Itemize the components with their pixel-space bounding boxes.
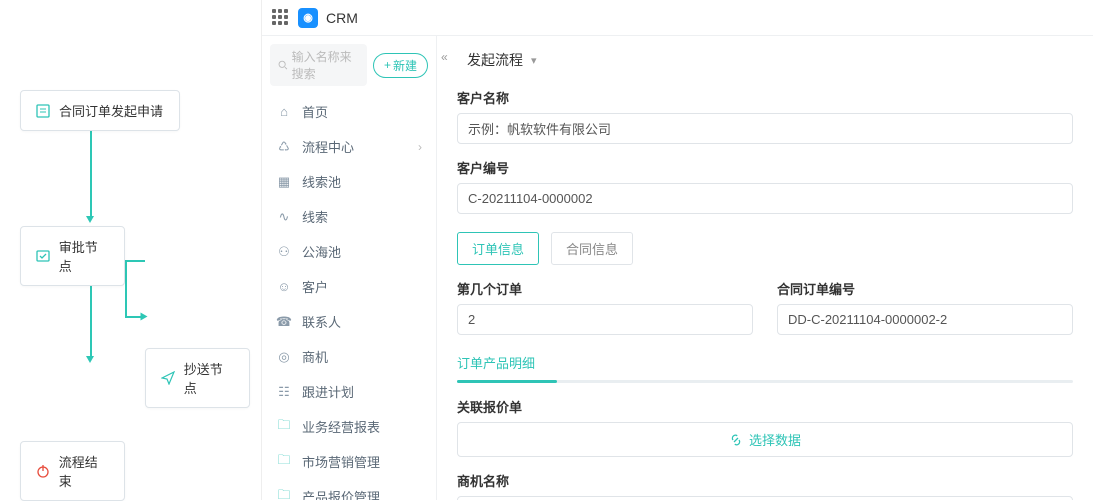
contact-icon: ☎ [276,314,292,330]
nav-customer[interactable]: ☺ 客户 [262,269,436,304]
arrow-icon [141,313,148,321]
workflow-node-start[interactable]: 合同订单发起申请 [20,90,180,131]
pool-icon: ▦ [276,174,292,190]
approval-icon [35,248,51,264]
select-data-label: 选择数据 [749,430,801,449]
nav-label: 公海池 [302,242,341,261]
contract-order-no-input[interactable] [777,304,1073,335]
process-selector[interactable]: 发起流程 ▾ [457,46,547,74]
arrow-icon [86,216,94,223]
nav-clue-pool[interactable]: ▦ 线索池 [262,164,436,199]
sea-icon: ⚇ [276,244,292,260]
new-button-label: 新建 [393,57,417,74]
nav-flow-center[interactable]: ♺ 流程中心 › [262,129,436,164]
sidebar: 输入名称来搜索 +新建 « ⌂首页 ♺流程中心› ▦线索池 ∿线索 ⚇公海池 ☺… [262,36,437,500]
clue-icon: ∿ [276,209,292,225]
folder-icon: 🗀 [276,489,292,501]
nav-marketing[interactable]: 🗀 市场营销管理 [262,444,436,479]
tab-contract-info[interactable]: 合同信息 [551,232,633,265]
flow-icon: ♺ [276,139,292,155]
topbar: ◉ CRM [262,0,1093,36]
related-quote-label: 关联报价单 [457,397,1073,416]
connector [125,260,145,262]
workflow-node-end[interactable]: 流程结束 [20,441,125,501]
plus-icon: + [384,58,391,72]
search-input[interactable]: 输入名称来搜索 [270,44,367,86]
section-progress [457,380,1073,383]
nav-report[interactable]: 🗀 业务经营报表 [262,409,436,444]
home-icon: ⌂ [276,104,292,120]
biz-name-label: 商机名称 [457,471,1073,490]
workflow-panel: 合同订单发起申请 审批节点 抄送节点 流程结束 [0,0,261,500]
nav-label: 线索池 [302,172,341,191]
nav-sea-pool[interactable]: ⚇ 公海池 [262,234,436,269]
folder-icon: 🗀 [276,454,292,470]
select-data-button[interactable]: 选择数据 [457,422,1073,457]
plan-icon: ☷ [276,384,292,400]
nav-label: 流程中心 [302,137,354,156]
nav: ⌂ 首页 ♺ 流程中心 › ▦ 线索池 ∿ 线索 ⚇ 公海池 ☺ 客户 ☎ 联系人 ◎ 商机 ☷ 跟… [262,94,436,500]
customer-name-label: 客户名称 [457,88,1073,107]
form-area: 发起流程 ▾ 客户名称 客户编号 订单信息 合同信息 第几个 [437,36,1093,500]
workflow-node-label: 抄送节点 [184,359,235,397]
search-icon [278,59,288,71]
link-icon [729,433,743,447]
detail-section-title: 订单产品明细 [457,353,1073,378]
connector [125,260,127,318]
nav-home[interactable]: ⌂ 首页 [262,94,436,129]
apps-icon[interactable] [272,9,290,27]
biz-name-input[interactable] [457,496,1073,500]
arrow-icon [86,356,94,363]
nav-label: 产品报价管理 [302,487,380,500]
nav-label: 首页 [302,102,328,121]
app-name: CRM [326,10,358,26]
app-logo: ◉ [298,8,318,28]
workflow-node-label: 合同订单发起申请 [59,101,163,120]
nav-label: 业务经营报表 [302,417,380,436]
send-icon [160,370,176,386]
nav-biz[interactable]: ◎ 商机 [262,339,436,374]
customer-name-input[interactable] [457,113,1073,144]
collapse-sidebar-icon[interactable]: « [437,50,452,64]
process-selector-label: 发起流程 [467,50,523,70]
nav-label: 联系人 [302,312,341,331]
workflow-node-label: 流程结束 [59,452,110,490]
nav-label: 市场营销管理 [302,452,380,471]
nav-label: 商机 [302,347,328,366]
customer-icon: ☺ [276,279,292,295]
nav-plan[interactable]: ☷ 跟进计划 [262,374,436,409]
nav-label: 跟进计划 [302,382,354,401]
tab-order-info[interactable]: 订单信息 [457,232,539,265]
order-seq-input[interactable] [457,304,753,335]
form-icon [35,103,51,119]
workflow-node-label: 审批节点 [59,237,110,275]
power-icon [35,463,51,479]
connector [90,128,92,218]
new-button[interactable]: +新建 [373,53,428,78]
order-seq-label: 第几个订单 [457,279,753,298]
workflow-node-cc[interactable]: 抄送节点 [145,348,250,408]
biz-icon: ◎ [276,349,292,365]
customer-code-input[interactable] [457,183,1073,214]
nav-clue[interactable]: ∿ 线索 [262,199,436,234]
customer-code-label: 客户编号 [457,158,1073,177]
folder-icon: 🗀 [276,419,292,435]
search-placeholder: 输入名称来搜索 [292,48,359,82]
contract-order-no-label: 合同订单编号 [777,279,1073,298]
nav-label: 线索 [302,207,328,226]
chevron-down-icon: ▾ [531,54,537,67]
chevron-right-icon: › [418,140,422,154]
nav-label: 客户 [302,277,328,296]
workflow-node-approval[interactable]: 审批节点 [20,226,125,286]
nav-contact[interactable]: ☎ 联系人 [262,304,436,339]
nav-quote-mgmt[interactable]: 🗀 产品报价管理 [262,479,436,500]
tabs: 订单信息 合同信息 [457,232,1073,265]
